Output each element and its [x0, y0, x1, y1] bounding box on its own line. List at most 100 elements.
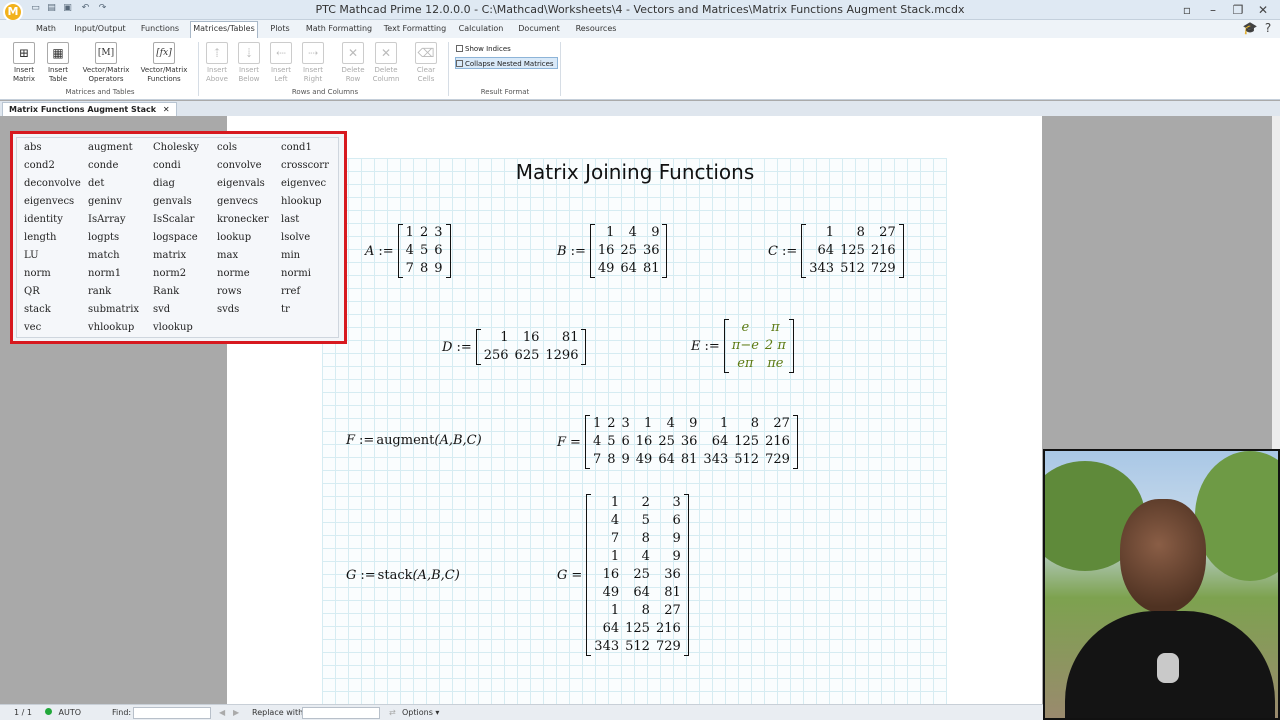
collapse-nested-matrices-toggle[interactable]: Collapse Nested Matrices	[455, 57, 558, 69]
function-item-rank[interactable]: Rank	[153, 286, 179, 297]
learning-cap-icon[interactable]: 🎓	[1240, 20, 1260, 36]
function-item-tr[interactable]: tr	[281, 304, 290, 315]
function-item-cholesky[interactable]: Cholesky	[153, 142, 199, 153]
function-item-lu[interactable]: LU	[24, 250, 39, 261]
tab-math[interactable]: Math	[28, 22, 64, 38]
replace-input[interactable]	[302, 707, 380, 719]
tab-document[interactable]: Document	[514, 22, 564, 38]
function-item-norm2[interactable]: norm2	[153, 268, 186, 279]
help-icon[interactable]: ?	[1258, 20, 1278, 36]
ribbon-options-icon[interactable]: ▫	[1177, 2, 1197, 18]
maximize-icon[interactable]: ❐	[1228, 2, 1248, 18]
function-item-diag[interactable]: diag	[153, 178, 175, 189]
function-item-augment[interactable]: augment	[88, 142, 133, 153]
document-tab[interactable]: Matrix Functions Augment Stack ✕	[2, 102, 177, 116]
function-item-deconvolve[interactable]: deconvolve	[24, 178, 81, 189]
function-item-rref[interactable]: rref	[281, 286, 300, 297]
matrix-a-definition[interactable]: A:= 123 456 789	[365, 224, 451, 278]
calc-mode[interactable]: AUTO	[45, 705, 81, 720]
function-item-isscalar[interactable]: IsScalar	[153, 214, 194, 225]
delete-row-button[interactable]: ✕ Delete Row	[339, 42, 367, 84]
function-item-condi[interactable]: condi	[153, 160, 181, 171]
insert-left-button[interactable]: ⇠ Insert Left	[267, 42, 295, 84]
function-item-max[interactable]: max	[217, 250, 238, 261]
minimize-icon[interactable]: –	[1203, 2, 1223, 18]
function-item-eigenvals[interactable]: eigenvals	[217, 178, 265, 189]
function-item-cond1[interactable]: cond1	[281, 142, 312, 153]
function-item-svd[interactable]: svd	[153, 304, 170, 315]
function-item-isarray[interactable]: IsArray	[88, 214, 125, 225]
function-item-svds[interactable]: svds	[217, 304, 239, 315]
function-item-eigenvec[interactable]: eigenvec	[281, 178, 326, 189]
find-input[interactable]	[133, 707, 211, 719]
tab-math-formatting[interactable]: Math Formatting	[304, 22, 374, 38]
function-item-hlookup[interactable]: hlookup	[281, 196, 322, 207]
matrix-d-definition[interactable]: D:= 1 16 81 256 625 1296	[442, 329, 587, 365]
function-item-vec[interactable]: vec	[24, 322, 41, 333]
vector-matrix-operators-button[interactable]: [M] Vector/Matrix Operators	[80, 42, 132, 84]
function-item-length[interactable]: length	[24, 232, 56, 243]
clear-cells-button[interactable]: ⌫ Clear Cells	[412, 42, 440, 84]
insert-table-button[interactable]: ▦ Insert Table	[42, 42, 74, 84]
insert-above-button[interactable]: ⇡ Insert Above	[203, 42, 231, 84]
options-dropdown[interactable]: Options ▾	[402, 705, 439, 720]
f-augment-definition[interactable]: F:= augment (A,B,C)	[346, 433, 484, 448]
replace-icon[interactable]: ⇄	[389, 705, 396, 720]
f-evaluation[interactable]: F = 1 2 3 1 4 9 1 8 27 4 5 6 16 25 36 64 125 216 7 8 9 49 64 81 3…	[557, 415, 798, 469]
insert-below-button[interactable]: ⇣ Insert Below	[235, 42, 263, 84]
function-item-last[interactable]: last	[281, 214, 299, 225]
delete-column-button[interactable]: ✕ Delete Column	[371, 42, 401, 84]
function-item-conde[interactable]: conde	[88, 160, 118, 171]
function-item-crosscorr[interactable]: crosscorr	[281, 160, 329, 171]
function-item-rows[interactable]: rows	[217, 286, 242, 297]
close-icon[interactable]: ✕	[1253, 2, 1273, 18]
tab-text-formatting[interactable]: Text Formatting	[382, 22, 448, 38]
function-item-geninv[interactable]: geninv	[88, 196, 122, 207]
function-item-norme[interactable]: norme	[217, 268, 250, 279]
matrix-e-definition[interactable]: E:= e π π−e 2 π eπ πe	[691, 319, 794, 373]
function-item-submatrix[interactable]: submatrix	[88, 304, 139, 315]
function-item-normi[interactable]: normi	[281, 268, 311, 279]
tab-functions[interactable]: Functions	[136, 22, 184, 38]
function-item-stack[interactable]: stack	[24, 304, 51, 315]
function-item-norm1[interactable]: norm1	[88, 268, 121, 279]
function-item-vlookup[interactable]: vlookup	[153, 322, 193, 333]
function-item-convolve[interactable]: convolve	[217, 160, 262, 171]
tab-calculation[interactable]: Calculation	[456, 22, 506, 38]
find-previous-icon[interactable]: ◀	[219, 705, 225, 720]
function-item-genvals[interactable]: genvals	[153, 196, 192, 207]
function-item-lookup[interactable]: lookup	[217, 232, 251, 243]
function-item-lsolve[interactable]: lsolve	[281, 232, 310, 243]
function-item-matrix[interactable]: matrix	[153, 250, 186, 261]
function-item-det[interactable]: det	[88, 178, 104, 189]
function-item-vhlookup[interactable]: vhlookup	[88, 322, 134, 333]
function-item-eigenvecs[interactable]: eigenvecs	[24, 196, 74, 207]
close-tab-icon[interactable]: ✕	[163, 105, 170, 114]
function-item-logspace[interactable]: logspace	[153, 232, 198, 243]
tab-input-output[interactable]: Input/Output	[72, 22, 128, 38]
vector-matrix-functions-button[interactable]: [fx] Vector/Matrix Functions	[138, 42, 190, 84]
function-item-abs[interactable]: abs	[24, 142, 42, 153]
function-item-logpts[interactable]: logpts	[88, 232, 119, 243]
tab-matrices-tables[interactable]: Matrices/Tables	[190, 21, 258, 39]
g-evaluation[interactable]: G = 1 2 3 4 5 6 7 8 9 1 4 9 16 25 36 49 64 81 1 8 27 64 125 216 3…	[557, 494, 689, 656]
worksheet-heading[interactable]: Matrix Joining Functions	[440, 160, 830, 184]
g-stack-definition[interactable]: G:= stack (A,B,C)	[346, 568, 462, 583]
show-indices-toggle[interactable]: Show Indices	[456, 43, 511, 55]
function-item-norm[interactable]: norm	[24, 268, 51, 279]
insert-matrix-button[interactable]: ⊞ Insert Matrix	[8, 42, 40, 84]
tab-resources[interactable]: Resources	[572, 22, 620, 38]
find-next-icon[interactable]: ▶	[233, 705, 239, 720]
function-item-match[interactable]: match	[88, 250, 120, 261]
function-item-cols[interactable]: cols	[217, 142, 237, 153]
function-item-qr[interactable]: QR	[24, 286, 40, 297]
function-item-genvecs[interactable]: genvecs	[217, 196, 258, 207]
matrix-c-definition[interactable]: C:= 1 8 27 64 125 216 343 512 729	[768, 224, 904, 278]
tab-plots[interactable]: Plots	[265, 22, 295, 38]
function-item-cond2[interactable]: cond2	[24, 160, 55, 171]
function-item-kronecker[interactable]: kronecker	[217, 214, 269, 225]
matrix-b-definition[interactable]: B:= 1 4 9 16 25 36 49 64 81	[557, 224, 668, 278]
function-item-identity[interactable]: identity	[24, 214, 63, 225]
function-item-min[interactable]: min	[281, 250, 300, 261]
function-item-rank[interactable]: rank	[88, 286, 111, 297]
